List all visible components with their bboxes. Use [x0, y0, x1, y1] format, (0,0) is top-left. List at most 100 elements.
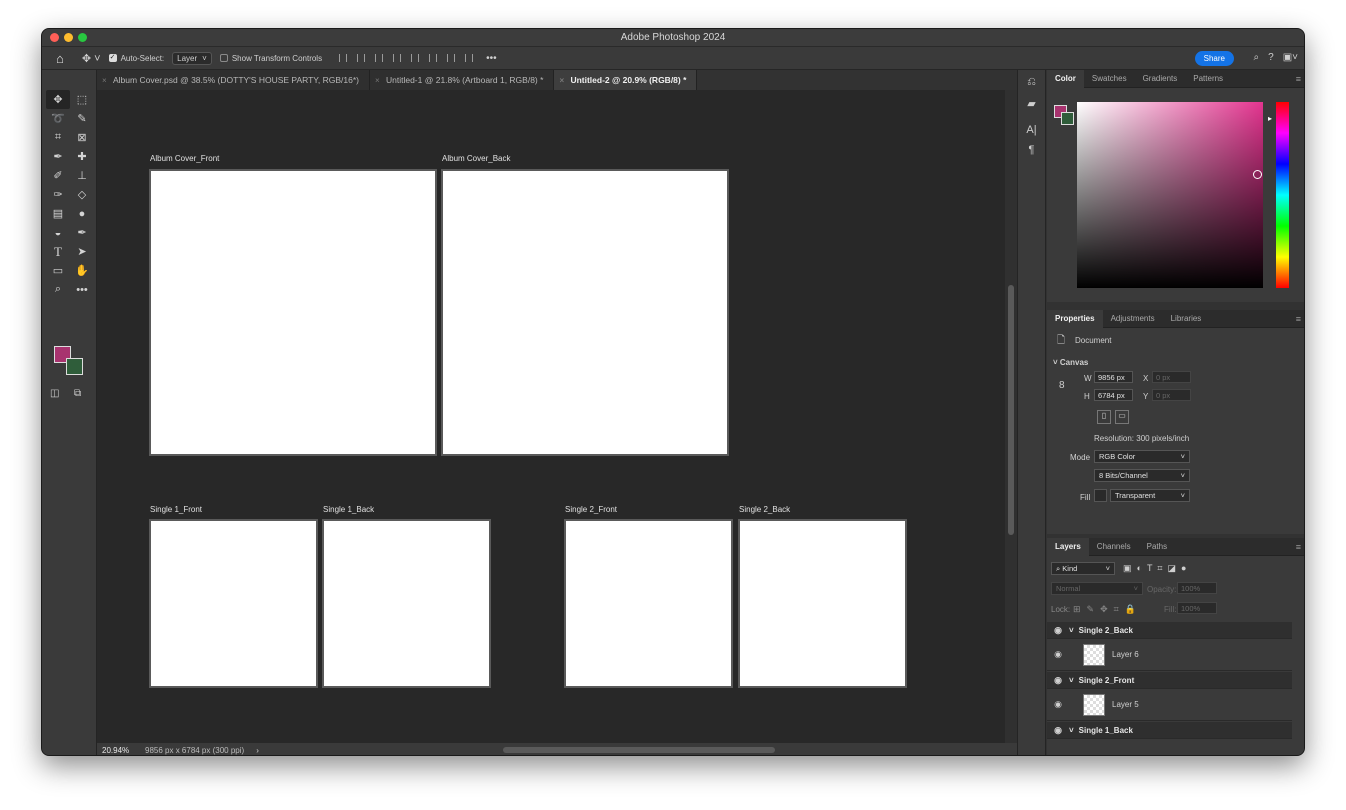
distribute-vertical-icon[interactable]	[465, 54, 474, 62]
layer-filter-icons[interactable]: ▣◐T⌗◪●	[1123, 563, 1191, 574]
tab-untitled-2[interactable]: × Untitled-2 @ 20.9% (RGB/8) *	[554, 70, 698, 90]
hand-tool-icon[interactable]: ✋	[70, 261, 94, 280]
close-icon[interactable]: ×	[102, 76, 107, 85]
comments-icon[interactable]: ▰	[1018, 97, 1045, 110]
opacity-field[interactable]: 100%	[1177, 582, 1217, 594]
rectangle-tool-icon[interactable]: ▭	[46, 261, 70, 280]
healing-brush-tool-icon[interactable]: ✚	[70, 147, 94, 166]
artboard-label[interactable]: Single 1_Back	[323, 505, 374, 514]
auto-select-checkbox[interactable]	[108, 53, 117, 62]
tab-paths[interactable]: Paths	[1139, 538, 1175, 556]
visibility-eye-icon[interactable]: ◉	[1047, 649, 1069, 660]
artboard-label[interactable]: Single 1_Front	[150, 505, 202, 514]
link-dimensions-icon[interactable]: 8	[1059, 380, 1065, 391]
artboard-label[interactable]: Album Cover_Front	[150, 154, 219, 163]
panel-menu-icon[interactable]: ≡	[1296, 542, 1301, 552]
tab-adjustments[interactable]: Adjustments	[1103, 310, 1163, 328]
tab-patterns[interactable]: Patterns	[1185, 70, 1231, 88]
hue-slider[interactable]	[1276, 102, 1289, 288]
layer-row[interactable]: ◉ Layer 5	[1047, 689, 1292, 721]
lasso-tool-icon[interactable]: ➰	[46, 109, 70, 128]
status-menu-arrow-icon[interactable]: ›	[256, 746, 259, 755]
layer-row[interactable]: ◉ Layer 6	[1047, 639, 1292, 671]
background-color-swatch[interactable]	[66, 358, 83, 375]
canvas-area[interactable]: Album Cover_Front Album Cover_Back Singl…	[97, 90, 1007, 743]
distribute-icon[interactable]	[447, 54, 456, 62]
landscape-orientation-icon[interactable]: ▭	[1115, 410, 1129, 424]
zoom-tool-icon[interactable]: ⌕	[46, 280, 70, 299]
move-tool-preset-icon[interactable]: ✥ ˅	[82, 52, 101, 65]
panel-menu-icon[interactable]: ≡	[1296, 74, 1301, 84]
home-icon[interactable]: ⌂	[56, 51, 64, 66]
mode-select[interactable]: RGB Color ˅	[1094, 450, 1190, 463]
tab-album-cover[interactable]: × Album Cover.psd @ 38.5% (DOTTY'S HOUSE…	[97, 70, 370, 90]
layer-group-row[interactable]: ◉ ˅ Single 1_Back	[1047, 722, 1292, 739]
screen-mode-icon[interactable]: ⧉	[74, 388, 81, 399]
quick-mask-icon[interactable]: ◫	[50, 388, 59, 399]
artboard-label[interactable]: Single 2_Front	[565, 505, 617, 514]
fill-opacity-field[interactable]: 100%	[1177, 602, 1217, 614]
blur-tool-icon[interactable]: ●	[70, 204, 94, 223]
clone-stamp-tool-icon[interactable]: ⊥	[70, 166, 94, 185]
tab-channels[interactable]: Channels	[1089, 538, 1139, 556]
horizontal-scroll-thumb[interactable]	[503, 747, 775, 753]
close-window-button[interactable]	[50, 33, 59, 42]
type-tool-icon[interactable]: T	[46, 242, 70, 261]
crop-tool-icon[interactable]: ⌗	[46, 128, 70, 147]
auto-select-dropdown[interactable]: Layer ˅	[172, 51, 212, 65]
layer-filter-kind[interactable]: ⌕ Kind ˅	[1051, 562, 1115, 575]
artboard-album-cover-front[interactable]	[149, 169, 437, 456]
character-icon[interactable]: A|	[1018, 124, 1045, 136]
tab-untitled-1[interactable]: × Untitled-1 @ 21.8% (Artboard 1, RGB/8)…	[369, 70, 555, 90]
dodge-tool-icon[interactable]: ◒	[46, 223, 70, 242]
align-right-icon[interactable]	[375, 54, 384, 62]
zoom-level[interactable]: 20.94%	[97, 746, 145, 755]
share-button[interactable]: Share	[1194, 51, 1234, 66]
tab-swatches[interactable]: Swatches	[1084, 70, 1135, 88]
layer-group-row[interactable]: ◉ ˅ Single 2_Front	[1047, 672, 1292, 689]
marquee-tool-icon[interactable]: ⬚	[70, 90, 94, 109]
lock-icons[interactable]: ⊞✎✥⌗🔒	[1073, 604, 1142, 615]
chevron-down-icon[interactable]: ˅	[1069, 726, 1074, 735]
visibility-eye-icon[interactable]: ◉	[1047, 675, 1069, 686]
search-icon[interactable]: ⌕	[1254, 52, 1260, 63]
layer-group-row[interactable]: ◉ ˅ Single 2_Back	[1047, 622, 1292, 639]
zoom-window-button[interactable]	[78, 33, 87, 42]
portrait-orientation-icon[interactable]: ▯	[1097, 410, 1111, 424]
gradient-tool-icon[interactable]: ▤	[46, 204, 70, 223]
artboard-single-2-front[interactable]	[564, 519, 733, 688]
minimize-window-button[interactable]	[64, 33, 73, 42]
history-icon[interactable]: ⎌	[1018, 76, 1045, 89]
background-color-chip[interactable]	[1061, 112, 1074, 125]
tab-layers[interactable]: Layers	[1047, 537, 1089, 556]
visibility-eye-icon[interactable]: ◉	[1047, 699, 1069, 710]
eraser-tool-icon[interactable]: ◇	[70, 185, 94, 204]
path-selection-tool-icon[interactable]: ➤	[70, 242, 94, 261]
artboard-album-cover-back[interactable]	[441, 169, 729, 456]
x-field[interactable]: 0 px	[1152, 371, 1191, 383]
chevron-down-icon[interactable]: ˅	[1069, 676, 1074, 685]
tab-libraries[interactable]: Libraries	[1163, 310, 1210, 328]
history-brush-tool-icon[interactable]: ✑	[46, 185, 70, 204]
canvas-section[interactable]: ˅ Canvas	[1053, 358, 1088, 367]
paragraph-icon[interactable]: ¶	[1018, 144, 1045, 156]
pen-tool-icon[interactable]: ✒	[70, 223, 94, 242]
panel-menu-icon[interactable]: ≡	[1296, 314, 1301, 324]
brush-tool-icon[interactable]: ✐	[46, 166, 70, 185]
fill-swatch[interactable]	[1094, 489, 1107, 502]
height-field[interactable]: 6784 px	[1094, 389, 1133, 401]
chevron-down-icon[interactable]: ˅	[1069, 626, 1074, 635]
close-icon[interactable]: ×	[559, 76, 564, 85]
y-field[interactable]: 0 px	[1152, 389, 1191, 401]
align-middle-icon[interactable]	[411, 54, 420, 62]
workspace-icon[interactable]: ▣˅	[1283, 52, 1298, 63]
quick-selection-tool-icon[interactable]: ✎	[70, 109, 94, 128]
tab-color[interactable]: Color	[1047, 69, 1084, 88]
fill-select[interactable]: Transparent ˅	[1110, 489, 1190, 502]
tab-gradients[interactable]: Gradients	[1135, 70, 1186, 88]
visibility-eye-icon[interactable]: ◉	[1047, 725, 1069, 736]
align-center-icon[interactable]	[357, 54, 366, 62]
more-tools-icon[interactable]: •••	[70, 280, 94, 299]
move-tool-icon[interactable]: ✥	[46, 90, 70, 109]
artboard-label[interactable]: Album Cover_Back	[442, 154, 510, 163]
